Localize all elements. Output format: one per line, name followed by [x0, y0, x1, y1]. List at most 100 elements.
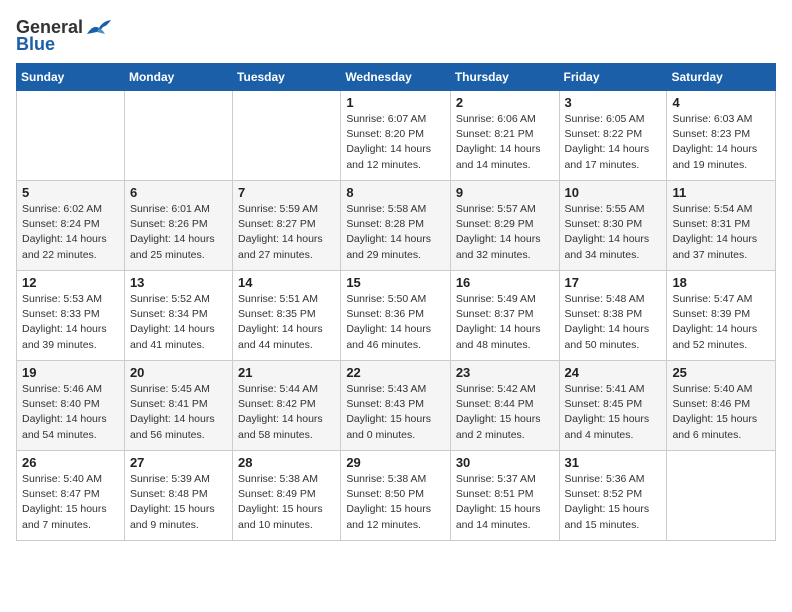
sunset-text: Sunset: 8:36 PM — [346, 307, 445, 322]
sunrise-text: Sunrise: 5:40 AM — [22, 472, 119, 487]
sunset-text: Sunset: 8:27 PM — [238, 217, 335, 232]
calendar-cell: 2 Sunrise: 6:06 AM Sunset: 8:21 PM Dayli… — [450, 91, 559, 181]
daylight-text: Daylight: 14 hours and 52 minutes. — [672, 322, 770, 352]
sunrise-text: Sunrise: 6:01 AM — [130, 202, 227, 217]
sunset-text: Sunset: 8:22 PM — [565, 127, 662, 142]
sunset-text: Sunset: 8:33 PM — [22, 307, 119, 322]
calendar-week-row: 5 Sunrise: 6:02 AM Sunset: 8:24 PM Dayli… — [17, 181, 776, 271]
day-number: 21 — [238, 365, 335, 380]
sunset-text: Sunset: 8:38 PM — [565, 307, 662, 322]
weekday-header-row: SundayMondayTuesdayWednesdayThursdayFrid… — [17, 64, 776, 91]
daylight-text: Daylight: 14 hours and 25 minutes. — [130, 232, 227, 262]
day-number: 15 — [346, 275, 445, 290]
daylight-text: Daylight: 14 hours and 56 minutes. — [130, 412, 227, 442]
sunrise-text: Sunrise: 6:03 AM — [672, 112, 770, 127]
sunset-text: Sunset: 8:50 PM — [346, 487, 445, 502]
calendar-cell: 4 Sunrise: 6:03 AM Sunset: 8:23 PM Dayli… — [667, 91, 776, 181]
sunset-text: Sunset: 8:49 PM — [238, 487, 335, 502]
calendar-cell: 23 Sunrise: 5:42 AM Sunset: 8:44 PM Dayl… — [450, 361, 559, 451]
calendar-cell: 26 Sunrise: 5:40 AM Sunset: 8:47 PM Dayl… — [17, 451, 125, 541]
sunrise-text: Sunrise: 5:57 AM — [456, 202, 554, 217]
sunset-text: Sunset: 8:28 PM — [346, 217, 445, 232]
sunrise-text: Sunrise: 5:36 AM — [565, 472, 662, 487]
daylight-text: Daylight: 14 hours and 14 minutes. — [456, 142, 554, 172]
day-number: 2 — [456, 95, 554, 110]
calendar-cell: 16 Sunrise: 5:49 AM Sunset: 8:37 PM Dayl… — [450, 271, 559, 361]
day-number: 16 — [456, 275, 554, 290]
day-number: 6 — [130, 185, 227, 200]
sunset-text: Sunset: 8:51 PM — [456, 487, 554, 502]
day-number: 14 — [238, 275, 335, 290]
day-number: 27 — [130, 455, 227, 470]
daylight-text: Daylight: 14 hours and 37 minutes. — [672, 232, 770, 262]
daylight-text: Daylight: 15 hours and 7 minutes. — [22, 502, 119, 532]
daylight-text: Daylight: 15 hours and 6 minutes. — [672, 412, 770, 442]
weekday-header-wednesday: Wednesday — [341, 64, 451, 91]
daylight-text: Daylight: 15 hours and 4 minutes. — [565, 412, 662, 442]
calendar-cell: 29 Sunrise: 5:38 AM Sunset: 8:50 PM Dayl… — [341, 451, 451, 541]
sunrise-text: Sunrise: 5:47 AM — [672, 292, 770, 307]
daylight-text: Daylight: 14 hours and 17 minutes. — [565, 142, 662, 172]
sunset-text: Sunset: 8:37 PM — [456, 307, 554, 322]
sunset-text: Sunset: 8:40 PM — [22, 397, 119, 412]
day-number: 3 — [565, 95, 662, 110]
calendar-cell: 1 Sunrise: 6:07 AM Sunset: 8:20 PM Dayli… — [341, 91, 451, 181]
sunset-text: Sunset: 8:39 PM — [672, 307, 770, 322]
calendar-cell: 6 Sunrise: 6:01 AM Sunset: 8:26 PM Dayli… — [124, 181, 232, 271]
daylight-text: Daylight: 14 hours and 22 minutes. — [22, 232, 119, 262]
calendar-week-row: 19 Sunrise: 5:46 AM Sunset: 8:40 PM Dayl… — [17, 361, 776, 451]
day-number: 22 — [346, 365, 445, 380]
daylight-text: Daylight: 15 hours and 14 minutes. — [456, 502, 554, 532]
sunrise-text: Sunrise: 5:53 AM — [22, 292, 119, 307]
day-number: 4 — [672, 95, 770, 110]
daylight-text: Daylight: 14 hours and 46 minutes. — [346, 322, 445, 352]
sunset-text: Sunset: 8:41 PM — [130, 397, 227, 412]
daylight-text: Daylight: 14 hours and 48 minutes. — [456, 322, 554, 352]
calendar-cell: 15 Sunrise: 5:50 AM Sunset: 8:36 PM Dayl… — [341, 271, 451, 361]
sunset-text: Sunset: 8:44 PM — [456, 397, 554, 412]
day-number: 12 — [22, 275, 119, 290]
calendar-cell — [233, 91, 341, 181]
sunrise-text: Sunrise: 6:02 AM — [22, 202, 119, 217]
sunset-text: Sunset: 8:46 PM — [672, 397, 770, 412]
calendar-cell: 31 Sunrise: 5:36 AM Sunset: 8:52 PM Dayl… — [559, 451, 667, 541]
day-number: 17 — [565, 275, 662, 290]
sunrise-text: Sunrise: 5:49 AM — [456, 292, 554, 307]
sunrise-text: Sunrise: 5:38 AM — [238, 472, 335, 487]
sunset-text: Sunset: 8:45 PM — [565, 397, 662, 412]
daylight-text: Daylight: 14 hours and 41 minutes. — [130, 322, 227, 352]
logo: General Blue — [16, 16, 113, 55]
calendar-cell: 21 Sunrise: 5:44 AM Sunset: 8:42 PM Dayl… — [233, 361, 341, 451]
daylight-text: Daylight: 14 hours and 19 minutes. — [672, 142, 770, 172]
daylight-text: Daylight: 14 hours and 39 minutes. — [22, 322, 119, 352]
sunrise-text: Sunrise: 5:44 AM — [238, 382, 335, 397]
calendar-cell: 18 Sunrise: 5:47 AM Sunset: 8:39 PM Dayl… — [667, 271, 776, 361]
sunrise-text: Sunrise: 5:40 AM — [672, 382, 770, 397]
daylight-text: Daylight: 15 hours and 0 minutes. — [346, 412, 445, 442]
day-number: 1 — [346, 95, 445, 110]
logo-bird-icon — [85, 16, 113, 38]
daylight-text: Daylight: 14 hours and 27 minutes. — [238, 232, 335, 262]
day-number: 13 — [130, 275, 227, 290]
sunrise-text: Sunrise: 5:38 AM — [346, 472, 445, 487]
daylight-text: Daylight: 15 hours and 2 minutes. — [456, 412, 554, 442]
calendar-cell: 22 Sunrise: 5:43 AM Sunset: 8:43 PM Dayl… — [341, 361, 451, 451]
calendar-cell: 27 Sunrise: 5:39 AM Sunset: 8:48 PM Dayl… — [124, 451, 232, 541]
calendar-cell: 30 Sunrise: 5:37 AM Sunset: 8:51 PM Dayl… — [450, 451, 559, 541]
day-number: 8 — [346, 185, 445, 200]
sunrise-text: Sunrise: 5:55 AM — [565, 202, 662, 217]
calendar-cell: 9 Sunrise: 5:57 AM Sunset: 8:29 PM Dayli… — [450, 181, 559, 271]
day-number: 19 — [22, 365, 119, 380]
day-number: 23 — [456, 365, 554, 380]
day-number: 29 — [346, 455, 445, 470]
calendar-cell — [667, 451, 776, 541]
sunset-text: Sunset: 8:29 PM — [456, 217, 554, 232]
daylight-text: Daylight: 14 hours and 12 minutes. — [346, 142, 445, 172]
sunrise-text: Sunrise: 6:06 AM — [456, 112, 554, 127]
sunrise-text: Sunrise: 5:50 AM — [346, 292, 445, 307]
day-number: 28 — [238, 455, 335, 470]
day-number: 24 — [565, 365, 662, 380]
sunset-text: Sunset: 8:47 PM — [22, 487, 119, 502]
sunrise-text: Sunrise: 5:42 AM — [456, 382, 554, 397]
calendar-cell: 12 Sunrise: 5:53 AM Sunset: 8:33 PM Dayl… — [17, 271, 125, 361]
